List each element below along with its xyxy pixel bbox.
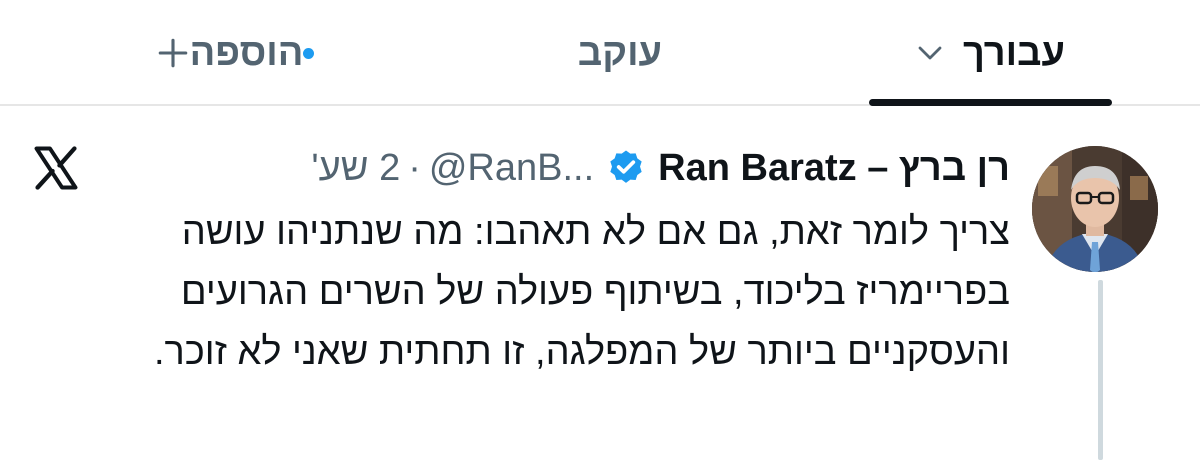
- meta-separator: ·: [408, 146, 421, 189]
- thread-line: [1098, 280, 1103, 460]
- selected-tab-indicator: [869, 99, 1112, 106]
- tab-following-label: עוקב: [577, 31, 663, 74]
- avatar[interactable]: [1032, 146, 1158, 272]
- tab-for-you-label: עבורך: [963, 31, 1065, 74]
- author-display-name[interactable]: רן ברץ – Ran Baratz: [658, 147, 1010, 190]
- author-handle[interactable]: @RanB...: [429, 147, 594, 190]
- timeline-tabbar: עבורך עוקב הוספה: [0, 0, 1200, 106]
- tab-for-you[interactable]: עבורך: [860, 0, 1120, 106]
- avatar-image: [1032, 146, 1158, 272]
- verified-badge-icon: [610, 150, 642, 183]
- tweet[interactable]: רן ברץ – Ran Baratz @RanB... · 2 שע' צרי…: [0, 106, 1200, 460]
- tweet-timestamp[interactable]: 2 שע': [311, 147, 400, 190]
- new-indicator-dot: [303, 47, 315, 59]
- tweet-header: רן ברץ – Ran Baratz @RanB... · 2 שע': [311, 142, 1010, 194]
- tweet-text: צריך לומר זאת, גם אם לא תאהבו: מה שנתניה…: [153, 211, 1010, 373]
- tab-following[interactable]: עוקב: [520, 0, 720, 106]
- plus-icon[interactable]: [156, 36, 190, 70]
- tab-add[interactable]: הוספה: [100, 0, 370, 106]
- x-logo-icon[interactable]: [30, 142, 82, 194]
- tab-add-label: הוספה: [189, 31, 304, 74]
- chevron-down-icon[interactable]: [915, 38, 945, 68]
